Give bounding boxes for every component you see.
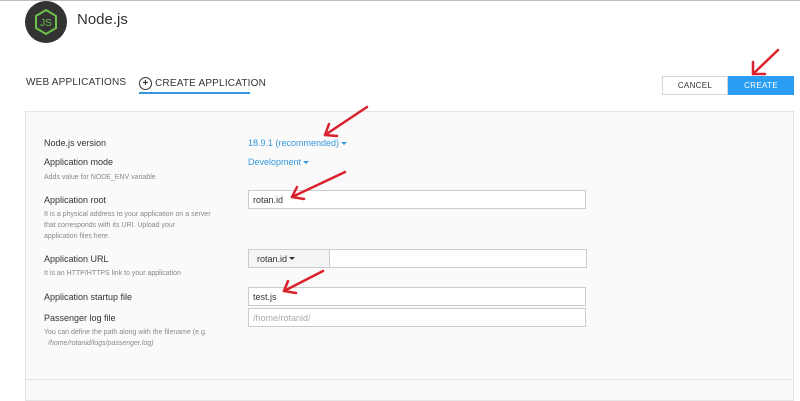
annotation-arrow-icon [282, 269, 325, 295]
annotation-arrow-icon [290, 170, 347, 201]
annotation-arrow-icon [751, 48, 780, 76]
annotation-arrow-icon [323, 105, 369, 138]
annotation-arrows [282, 48, 780, 295]
